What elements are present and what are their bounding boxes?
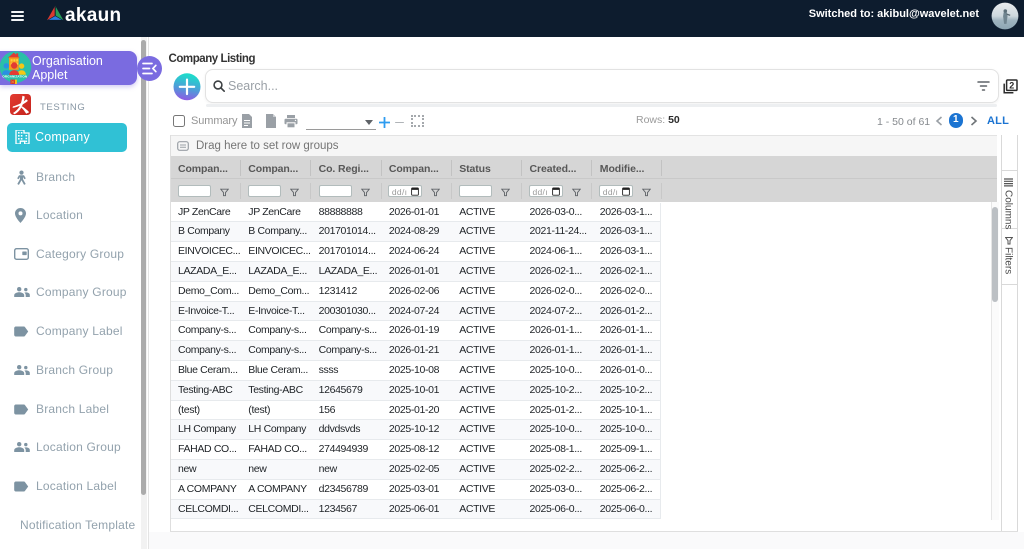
svg-text:ORGANIZATION: ORGANIZATION [2, 74, 28, 78]
svg-text:2: 2 [1009, 80, 1014, 90]
